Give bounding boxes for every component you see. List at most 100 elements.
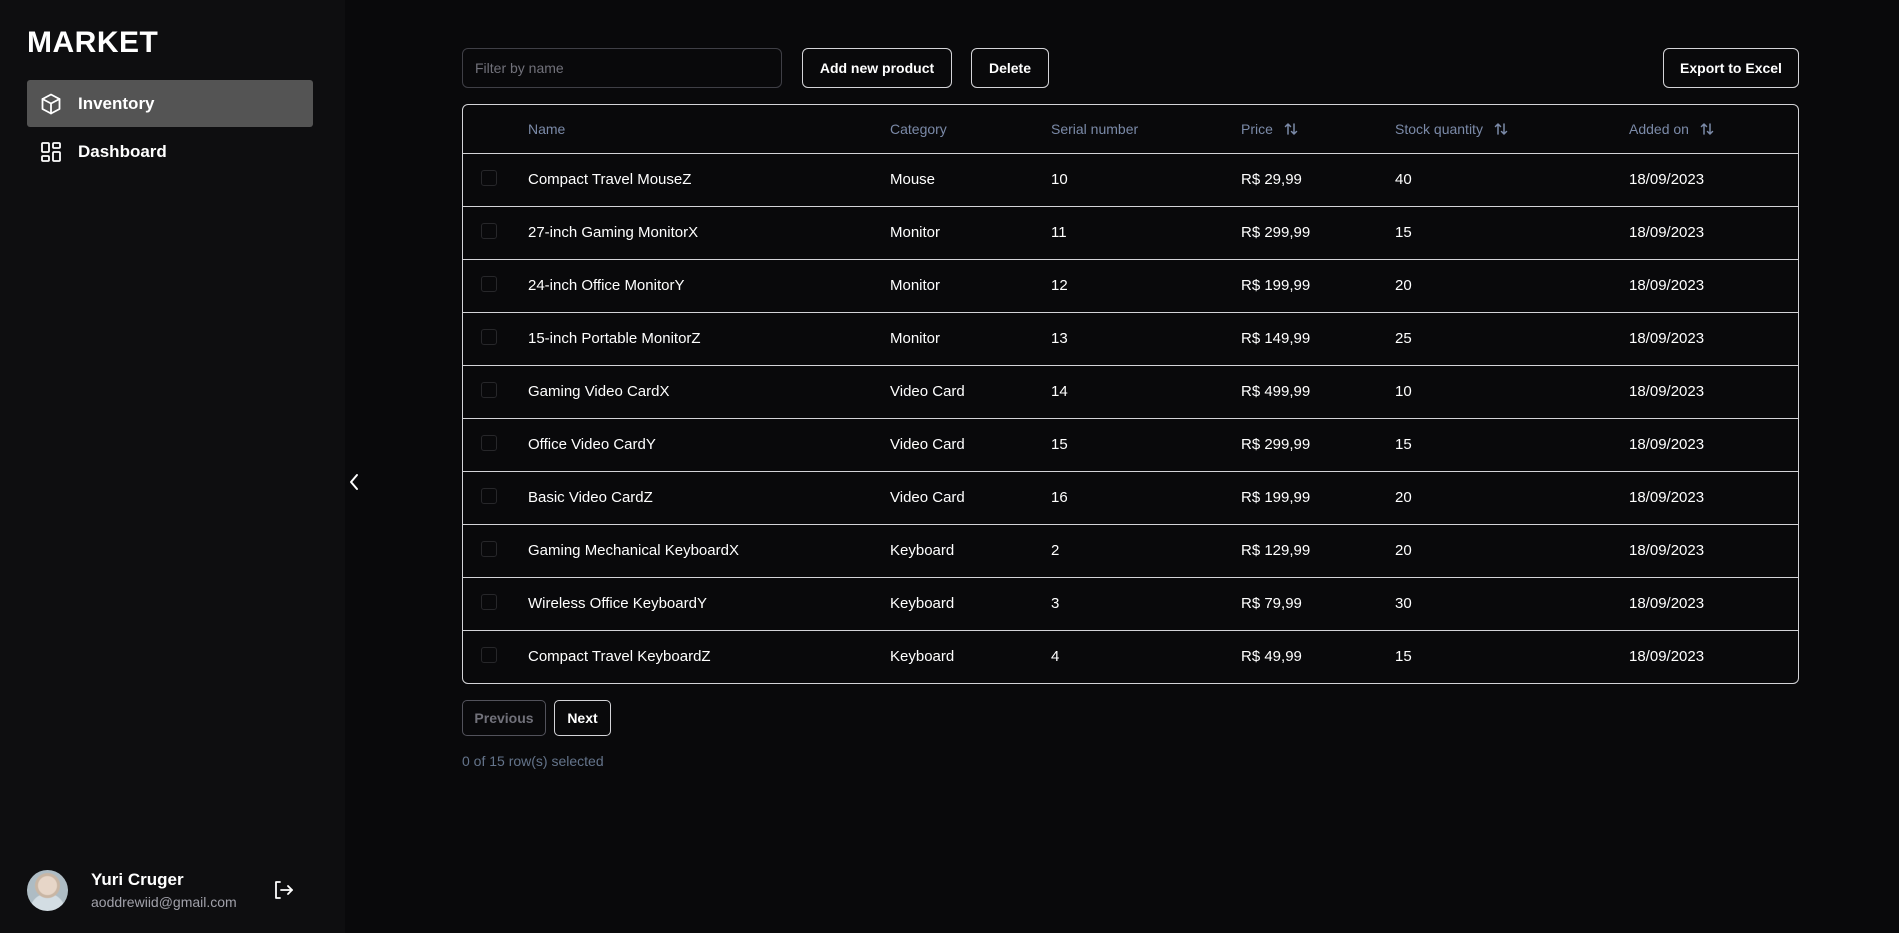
table-row[interactable]: 15-inch Portable MonitorZ Monitor 13 R$ 149… (463, 312, 1798, 365)
cell-name: 27-inch Gaming MonitorX (528, 224, 699, 241)
row-checkbox[interactable] (481, 276, 497, 293)
column-header-stock[interactable]: Stock quantity (1395, 105, 1629, 153)
column-header-price[interactable]: Price (1241, 105, 1395, 153)
user-name: Yuri Cruger (91, 870, 184, 889)
cell-name: Basic Video CardZ (528, 489, 653, 506)
cell-price: R$ 499,99 (1241, 383, 1311, 400)
app-root: MARKET Inventory Dashboard Yuri Cruger a… (0, 0, 1899, 933)
cell-category: Keyboard (890, 595, 955, 612)
row-checkbox[interactable] (481, 647, 497, 664)
cell-added: 18/09/2023 (1629, 277, 1705, 294)
row-select-cell (463, 312, 528, 365)
row-select-cell (463, 259, 528, 312)
row-select-cell (463, 206, 528, 259)
products-table: Name Category Serial number Price Stock … (462, 104, 1799, 684)
row-checkbox[interactable] (481, 382, 497, 399)
table-row[interactable]: Compact Travel MouseZ Mouse 10 R$ 29,99 40 18… (463, 153, 1798, 206)
cell-serial: 13 (1051, 330, 1068, 347)
cell-added: 18/09/2023 (1629, 436, 1705, 453)
chevron-left-icon (348, 472, 360, 497)
select-all-cell (463, 105, 528, 153)
table-row[interactable]: Office Video CardY Video Card 15 R$ 299,99 1… (463, 418, 1798, 471)
row-checkbox[interactable] (481, 170, 497, 187)
cell-name: Gaming Video CardX (528, 383, 670, 400)
sort-price-button[interactable]: Price (1241, 121, 1299, 137)
column-label: Stock quantity (1395, 120, 1483, 137)
logout-icon[interactable] (271, 878, 295, 902)
selection-count: 0 of 15 row(s) selected (462, 753, 604, 769)
table-header-row: Name Category Serial number Price Stock … (463, 105, 1798, 153)
cell-serial: 4 (1051, 648, 1060, 666)
column-header-added[interactable]: Added on (1629, 105, 1798, 153)
table-body: Compact Travel MouseZ Mouse 10 R$ 29,99 40 18… (463, 153, 1798, 683)
avatar (27, 869, 68, 911)
column-header-name: Name (528, 120, 566, 137)
sort-stock-button[interactable]: Stock quantity (1395, 121, 1509, 137)
brand-logo: MARKET (27, 26, 159, 59)
cell-added: 18/09/2023 (1629, 489, 1705, 506)
table-row[interactable]: 27-inch Gaming MonitorX Monitor 11 R$ 299,9… (463, 206, 1798, 259)
table-row[interactable]: Compact Travel KeyboardZ Keyboard 4 R$ 49,9… (463, 630, 1798, 683)
row-checkbox[interactable] (481, 223, 497, 240)
table-row[interactable]: Wireless Office KeyboardY Keyboard 3 R$ 79,… (463, 577, 1798, 630)
row-checkbox[interactable] (481, 329, 497, 346)
sidebar-item-dashboard[interactable]: Dashboard (27, 128, 313, 175)
cell-added: 18/09/2023 (1629, 648, 1705, 666)
column-label: Price (1241, 120, 1273, 137)
cell-category: Video Card (890, 383, 965, 400)
cell-price: R$ 299,99 (1241, 436, 1311, 453)
user-info: Yuri Cruger aoddrewiid@gmail.com (91, 870, 237, 910)
cell-stock: 40 (1395, 171, 1412, 188)
cell-serial: 12 (1051, 277, 1068, 294)
cell-price: R$ 29,99 (1241, 171, 1302, 188)
sidebar-item-label: Dashboard (78, 141, 167, 161)
cell-category: Monitor (890, 277, 941, 294)
previous-page-button[interactable]: Previous (462, 700, 546, 736)
cell-price: R$ 199,99 (1241, 489, 1311, 506)
row-checkbox[interactable] (481, 594, 497, 611)
cell-name: 24-inch Office MonitorY (528, 277, 685, 294)
sort-arrows-icon (1284, 123, 1298, 135)
filter-input[interactable] (462, 48, 782, 88)
cell-price: R$ 79,99 (1241, 595, 1302, 612)
cell-added: 18/09/2023 (1629, 542, 1705, 559)
row-checkbox[interactable] (481, 541, 497, 558)
table-row[interactable]: Basic Video CardZ Video Card 16 R$ 199,99 20… (463, 471, 1798, 524)
sidebar-item-inventory[interactable]: Inventory (27, 80, 313, 127)
table-row[interactable]: Gaming Mechanical KeyboardX Keyboard 2 R$ 1… (463, 524, 1798, 577)
row-select-cell (463, 418, 528, 471)
cell-name: Compact Travel MouseZ (528, 171, 692, 188)
sort-added-button[interactable]: Added on (1629, 121, 1715, 137)
row-select-cell (463, 524, 528, 577)
cell-name: Office Video CardY (528, 436, 656, 453)
row-select-cell (463, 630, 528, 683)
delete-button[interactable]: Delete (971, 48, 1049, 88)
export-excel-button[interactable]: Export to Excel (1663, 48, 1799, 88)
cell-serial: 3 (1051, 595, 1060, 612)
cell-category: Video Card (890, 489, 965, 506)
row-select-cell (463, 471, 528, 524)
cell-price: R$ 149,99 (1241, 330, 1311, 347)
column-label: Added on (1629, 120, 1689, 137)
next-page-button[interactable]: Next (554, 700, 611, 736)
row-checkbox[interactable] (481, 488, 497, 505)
row-select-cell (463, 577, 528, 630)
sidebar-item-label: Inventory (78, 93, 155, 113)
cell-serial: 16 (1051, 489, 1068, 506)
table-row[interactable]: 24-inch Office MonitorY Monitor 12 R$ 199,9… (463, 259, 1798, 312)
cell-name: 15-inch Portable MonitorZ (528, 330, 701, 347)
cell-category: Monitor (890, 330, 941, 347)
cell-stock: 15 (1395, 436, 1412, 453)
row-checkbox[interactable] (481, 435, 497, 452)
cell-category: Keyboard (890, 542, 955, 559)
cell-stock: 10 (1395, 383, 1412, 400)
toolbar: Add new product Delete Export to Excel (462, 48, 1799, 88)
cell-added: 18/09/2023 (1629, 171, 1705, 188)
cell-added: 18/09/2023 (1629, 595, 1705, 612)
add-product-button[interactable]: Add new product (802, 48, 952, 88)
layout-dashboard-icon (39, 140, 63, 164)
cell-name: Wireless Office KeyboardY (528, 595, 707, 612)
collapse-sidebar-button[interactable] (344, 470, 364, 498)
cell-category: Keyboard (890, 648, 955, 666)
table-row[interactable]: Gaming Video CardX Video Card 14 R$ 499,99 1… (463, 365, 1798, 418)
